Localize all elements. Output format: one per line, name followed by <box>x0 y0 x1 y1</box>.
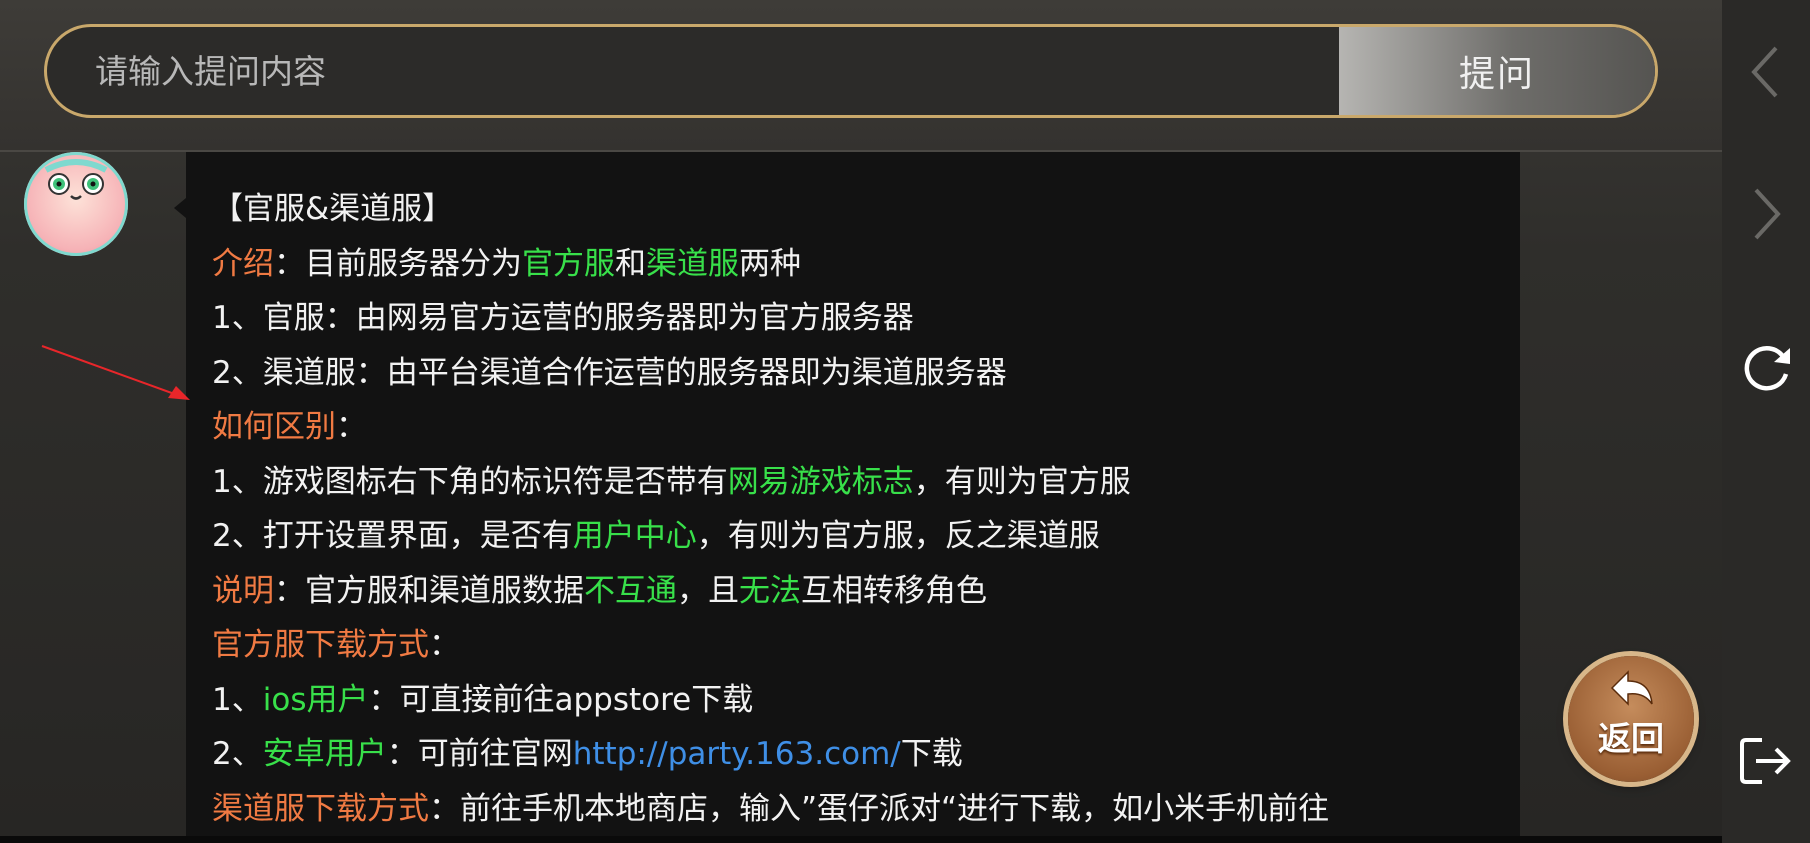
message-segment: ：可前往官网 <box>386 736 573 772</box>
message-line: 【官服&渠道服】 <box>212 182 1494 237</box>
message-segment: 安卓用户 <box>262 736 387 772</box>
message-segment: 无法 <box>739 572 801 609</box>
message-segment: 2、渠道服：由平台渠道合作运营的服务器即为渠道服务器 <box>212 354 1007 391</box>
message-segment: 2、打开设置界面，是否有 <box>212 518 573 554</box>
message-segment: 【官服&渠道服】 <box>212 191 454 227</box>
official-site-link[interactable]: http://party.163.com/ <box>573 736 901 772</box>
message-line: 如何区别： <box>212 400 1494 455</box>
top-bar: 提问 <box>0 0 1722 152</box>
message-segment: ：前往手机本地商店，输入”蛋仔派对“进行下载，如小米手机前往 <box>429 790 1330 827</box>
message-segment: ios用户 <box>262 681 369 718</box>
message-segment: 下载 <box>900 736 963 772</box>
message-line: 介绍：目前服务器分为官方服和渠道服两种 <box>212 237 1494 292</box>
message-line: 1、游戏图标右下角的标识符是否带有网易游戏标志，有则为官方服 <box>212 455 1494 510</box>
system-nav-bar <box>1722 0 1810 843</box>
main-area: 提问 【官服&渠道服】介绍：目前服务器分为官方服和渠道服两种1、官服：由网易官方… <box>0 0 1722 836</box>
message-segment: 两种 <box>739 245 801 282</box>
avatar <box>24 152 128 256</box>
message-line: 说明：官方服和渠道服数据不互通，且无法互相转移角色 <box>212 564 1494 619</box>
message-segment: ：目前服务器分为 <box>274 245 522 282</box>
message-segment: ：官方服和渠道服数据 <box>274 572 584 609</box>
chevron-right-icon[interactable] <box>1722 186 1810 242</box>
message-segment: 网易游戏标志 <box>727 463 914 500</box>
message-segment: 用户中心 <box>572 518 697 554</box>
message-segment: 2、 <box>212 736 263 772</box>
undo-arrow-icon <box>1610 670 1653 706</box>
message-segment: 1、 <box>212 681 263 718</box>
message-segment: ，且 <box>677 572 739 609</box>
message-segment: 渠道服 <box>646 245 739 282</box>
message-segment: 说明 <box>212 572 274 609</box>
message-segment: 1、官服：由网易官方运营的服务器即为官方服务器 <box>212 300 914 336</box>
message-segment: 官方服 <box>522 245 615 282</box>
message-segment: 1、游戏图标右下角的标识符是否带有 <box>212 463 728 500</box>
message-line: 2、渠道服：由平台渠道合作运营的服务器即为渠道服务器 <box>212 346 1494 401</box>
message-line: 1、官服：由网易官方运营的服务器即为官方服务器 <box>212 291 1494 346</box>
message-segment: ，有则为官方服 <box>913 463 1131 500</box>
message-line: 渠道服下载方式：前往手机本地商店，输入”蛋仔派对“进行下载，如小米手机前往 <box>212 782 1494 837</box>
refresh-icon[interactable] <box>1722 340 1810 396</box>
message-segment: 官方服下载方式 <box>212 627 429 663</box>
message-segment: 介绍 <box>212 245 274 282</box>
chevron-left-icon[interactable] <box>1722 44 1810 100</box>
search-input[interactable] <box>47 27 1347 115</box>
message-segment: 不互通 <box>584 572 677 609</box>
message-segment: 渠道服下载方式 <box>212 790 429 827</box>
message-segment: ，有则为官方服，反之渠道服 <box>696 518 1100 554</box>
ask-button[interactable]: 提问 <box>1339 27 1655 115</box>
exit-icon[interactable] <box>1722 734 1810 788</box>
message-segment: 如何区别 <box>212 409 336 445</box>
message-segment: 互相转移角色 <box>801 572 987 609</box>
red-arrow-icon <box>41 345 190 400</box>
message-segment: ： <box>336 409 367 445</box>
search-bar: 提问 <box>44 24 1658 118</box>
message-segment: ： <box>429 627 460 663</box>
message-segment: ：可直接前往appstore下载 <box>368 681 754 718</box>
message-line: 2、安卓用户：可前往官网http://party.163.com/下载 <box>212 727 1494 782</box>
answer-bubble: 【官服&渠道服】 介绍：目前服务器分为官方服和渠道服两种 1、官服：由网易官方运营的… <box>174 152 1520 836</box>
message-line: 1、ios用户：可直接前往appstore下载 <box>212 673 1494 728</box>
message-line: 2、打开设置界面，是否有用户中心，有则为官方服，反之渠道服 <box>212 509 1494 564</box>
message-text: 【官服&渠道服】 介绍：目前服务器分为官方服和渠道服两种 1、官服：由网易官方运营的… <box>212 182 1494 836</box>
back-label: 返回 <box>1598 719 1664 758</box>
bottom-edge <box>0 836 1722 843</box>
mascot-face-icon <box>44 159 108 200</box>
message-line: 官方服下载方式： <box>212 618 1494 673</box>
back-button[interactable]: 返回 <box>1568 656 1694 782</box>
message-segment: 和 <box>615 245 646 282</box>
